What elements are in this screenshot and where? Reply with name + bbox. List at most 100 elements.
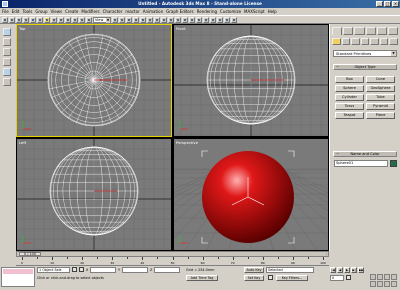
viewport-label-left[interactable]: Left [19,140,26,145]
z-coordinate-field[interactable] [154,267,180,273]
close-button[interactable]: × [392,1,399,7]
maxscript-listener-line[interactable] [3,269,33,274]
torus-button[interactable]: Torus [335,103,364,110]
viewport-label-top[interactable]: Top [19,26,25,31]
systems-icon[interactable] [3,78,11,86]
track-bar[interactable]: 0 10 20 30 40 50 60 70 80 90 100 [16,257,329,266]
name-color-rollout-header[interactable]: − Name and Color [333,151,397,157]
zoom-extents-icon[interactable] [384,274,390,280]
time-slider-next-icon[interactable]: › [326,252,327,256]
display-tab-icon[interactable] [376,27,387,35]
menu-reactor[interactable]: reactor [125,9,139,14]
select-by-name-icon[interactable] [51,16,57,23]
systems-category-icon[interactable] [389,38,399,45]
schematic-view-icon[interactable] [196,16,202,23]
spacewarps-icon[interactable] [379,38,389,45]
object-type-rollout-header[interactable]: − Object Type [333,64,397,70]
lock-selection-icon[interactable] [72,267,77,272]
modify-tab-icon[interactable] [343,27,354,35]
viewport-label-front[interactable]: Front [176,26,186,31]
current-frame-field[interactable]: 0 [330,275,344,281]
cylinder-button[interactable]: Cylinder [335,94,364,101]
x-coordinate-field[interactable] [90,267,116,273]
set-key-icon[interactable] [268,275,273,280]
menu-file[interactable]: File [2,9,9,14]
layer-manager-icon[interactable] [182,16,188,23]
pyramid-button[interactable]: Pyramid [366,103,395,110]
pivot-center-icon[interactable] [112,16,118,23]
go-to-end-icon[interactable]: ▶▶ [358,267,364,273]
menu-tools[interactable]: Tools [22,9,32,14]
next-frame-icon[interactable]: ▶| [351,267,357,273]
create-tab-icon[interactable] [332,27,343,35]
percent-snap-icon[interactable] [147,16,153,23]
menu-graph-editors[interactable]: Graph Editors [166,9,193,14]
mirror-icon[interactable] [168,16,174,23]
bind-space-warp-icon[interactable] [30,16,36,23]
redo-icon[interactable] [9,16,15,23]
key-mode-dropdown[interactable]: Selected [266,267,314,273]
cone-button[interactable]: Cone [366,76,395,83]
menu-create[interactable]: Create [65,9,78,14]
menu-maxscript[interactable]: MAXScript [244,9,265,14]
window-crossing-icon[interactable] [65,16,71,23]
set-key-button[interactable]: Set Key [244,275,264,281]
shapes-icon[interactable] [341,38,351,45]
object-name-field[interactable]: Sphere01 [334,160,388,167]
object-paint-icon[interactable] [3,28,11,36]
maximize-button[interactable]: □ [384,1,391,7]
hierarchy-tab-icon[interactable] [354,27,365,35]
arc-rotate-icon[interactable] [384,281,390,287]
menu-animation[interactable]: Animation [143,9,163,14]
viewport-label-perspective[interactable]: Perspective [176,140,198,145]
undo-icon[interactable] [2,16,8,23]
pan-icon[interactable] [377,281,383,287]
move-icon[interactable] [72,16,78,23]
select-region-icon[interactable] [58,16,64,23]
align-icon[interactable] [175,16,181,23]
object-color-swatch[interactable] [390,160,397,167]
selection-filter-icon[interactable] [37,16,43,23]
auto-key-button[interactable]: Auto Key [244,267,264,273]
reference-coord-dropdown[interactable]: View ▼ [93,16,111,23]
render-scene-icon[interactable] [210,16,216,23]
maxscript-listener[interactable] [1,267,35,287]
field-of-view-icon[interactable] [370,281,376,287]
viewport-top[interactable]: Top [16,24,172,137]
previous-frame-icon[interactable]: ◀ [337,267,343,273]
zoom-icon[interactable] [370,274,376,280]
snap-toggle-icon[interactable] [133,16,139,23]
viewport-front[interactable]: Front [173,24,329,137]
keyboard-shortcut-icon[interactable] [126,16,132,23]
utilities-tab-icon[interactable] [387,27,399,35]
viewport-perspective[interactable]: Perspective [173,138,329,251]
maximize-viewport-icon[interactable] [391,281,397,287]
scale-icon[interactable] [86,16,92,23]
primitive-type-dropdown[interactable]: Standard Primitives ▼ [333,50,397,57]
quick-render-icon[interactable] [217,16,223,23]
viewport-left[interactable]: Left [16,138,172,251]
zoom-extents-all-icon[interactable] [391,274,397,280]
sphere-button[interactable]: Sphere [335,85,364,92]
unlink-icon[interactable] [23,16,29,23]
curve-editor-icon[interactable] [189,16,195,23]
motion-tab-icon[interactable] [365,27,376,35]
link-icon[interactable] [16,16,22,23]
minimize-button[interactable]: _ [376,1,383,7]
time-slider-handle[interactable]: 0 / 100 [19,252,41,256]
manipulate-icon[interactable] [119,16,125,23]
angle-snap-icon[interactable] [140,16,146,23]
menu-edit[interactable]: Edit [12,9,20,14]
spinner-snap-icon[interactable] [154,16,160,23]
zoom-all-icon[interactable] [377,274,383,280]
material-editor-icon[interactable] [203,16,209,23]
render-last-icon[interactable] [231,16,237,23]
light-icon[interactable] [3,38,11,46]
helpers-icon[interactable] [370,38,379,45]
menu-rendering[interactable]: Rendering [197,9,217,14]
menu-modifiers[interactable]: Modifiers [81,9,99,14]
tube-button[interactable]: Tube [366,94,395,101]
y-coordinate-field[interactable] [122,267,148,273]
play-icon[interactable]: ▶ [344,267,350,273]
teapot-button[interactable]: Teapot [335,112,364,119]
